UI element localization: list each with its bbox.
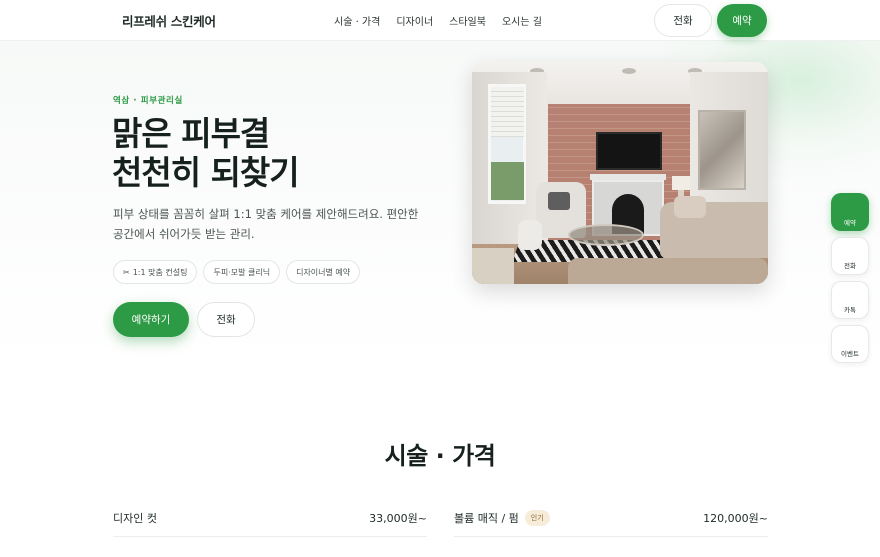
quick-kakaotalk-label: 카톡 xyxy=(844,306,856,314)
photo-pillow xyxy=(548,192,570,210)
scissors-icon: ✂ xyxy=(123,267,130,277)
service-row[interactable]: 볼륨 매직 / 펌 인기 120,000원~ xyxy=(454,500,768,537)
hero-description: 피부 상태를 꼼꼼히 살펴 1:1 맞춤 케어를 제안해드려요. 편안한 공간에… xyxy=(113,207,419,241)
service-name: 디자인 컷 xyxy=(113,510,157,526)
quick-book-button[interactable]: 예약 xyxy=(831,193,869,231)
photo-window-view xyxy=(491,162,524,200)
photo-tv xyxy=(596,132,662,170)
service-name-text: 디자인 컷 xyxy=(113,512,157,525)
service-name: 볼륨 매직 / 펌 인기 xyxy=(454,510,550,526)
quick-kakaotalk-button[interactable]: 카톡 xyxy=(831,281,869,319)
photo-sofa-cushion xyxy=(674,196,706,218)
photo-coffee-table xyxy=(568,224,644,246)
services-title: 시술 · 가격 xyxy=(384,442,496,470)
services-list-right: 볼륨 매직 / 펌 인기 120,000원~ xyxy=(454,500,768,537)
photo-lamp-shade xyxy=(672,176,690,190)
photo-mirror xyxy=(698,110,746,190)
feature-chips: ✂ 1:1 맞춤 컨설팅 두피·모발 클리닉 디자이너별 예약 xyxy=(113,260,361,284)
hero-headline-line1: 맑은 피부결 xyxy=(112,114,270,153)
feature-chip-label: 1:1 맞춤 컨설팅 xyxy=(132,267,188,277)
brand-logo[interactable]: 리프레쉬 스킨케어 xyxy=(122,11,216,30)
feature-chip-label: 디자이너별 예약 xyxy=(296,267,351,277)
ceiling-light xyxy=(622,68,636,74)
nav-link-services[interactable]: 시술 · 가격 xyxy=(334,13,380,28)
service-row[interactable]: 디자인 컷 33,000원~ xyxy=(113,500,427,537)
feature-chip: 디자이너별 예약 xyxy=(286,260,361,284)
header-book-button[interactable]: 예약 xyxy=(717,4,767,37)
photo-side-table xyxy=(472,248,514,284)
quick-event-label: 이벤트 xyxy=(841,350,859,358)
quick-event-button[interactable]: 이벤트 xyxy=(831,325,869,363)
hero-interior-photo xyxy=(472,62,768,284)
photo-stool xyxy=(518,220,542,250)
feature-chip-label: 두피·모발 클리닉 xyxy=(213,267,271,277)
site-header: 리프레쉬 스킨케어 시술 · 가격 디자이너 스타일북 오시는 길 전화 예약 xyxy=(0,0,880,41)
feature-chip: ✂ 1:1 맞춤 컨설팅 xyxy=(113,260,198,284)
nav-link-designers[interactable]: 디자이너 xyxy=(396,13,433,28)
call-button[interactable]: 전화 xyxy=(197,302,255,337)
quick-book-label: 예약 xyxy=(844,219,856,227)
feature-chip: 두피·모발 클리닉 xyxy=(203,260,281,284)
photo-sofa-front xyxy=(568,258,768,284)
hero-eyebrow: 역삼 · 피부관리실 xyxy=(113,96,183,106)
quick-call-label: 전화 xyxy=(844,262,856,270)
photo-window-shade xyxy=(491,87,524,137)
quick-call-button[interactable]: 전화 xyxy=(831,237,869,275)
popular-badge: 인기 xyxy=(524,510,550,526)
nav-link-stylebook[interactable]: 스타일북 xyxy=(449,13,486,28)
main-nav: 시술 · 가격 디자이너 스타일북 오시는 길 xyxy=(334,13,542,28)
book-now-button[interactable]: 예약하기 xyxy=(113,302,189,337)
service-price: 120,000원~ xyxy=(703,512,768,525)
nav-link-directions[interactable]: 오시는 길 xyxy=(502,13,542,28)
service-name-text: 볼륨 매직 / 펌 xyxy=(454,512,519,525)
header-call-button[interactable]: 전화 xyxy=(654,4,712,37)
service-price: 33,000원~ xyxy=(369,512,427,525)
hero-headline-line2: 천천히 되찾기 xyxy=(112,153,300,192)
hero-headline: 맑은 피부결 천천히 되찾기 xyxy=(112,114,300,192)
services-list-left: 디자인 컷 33,000원~ xyxy=(113,500,427,537)
